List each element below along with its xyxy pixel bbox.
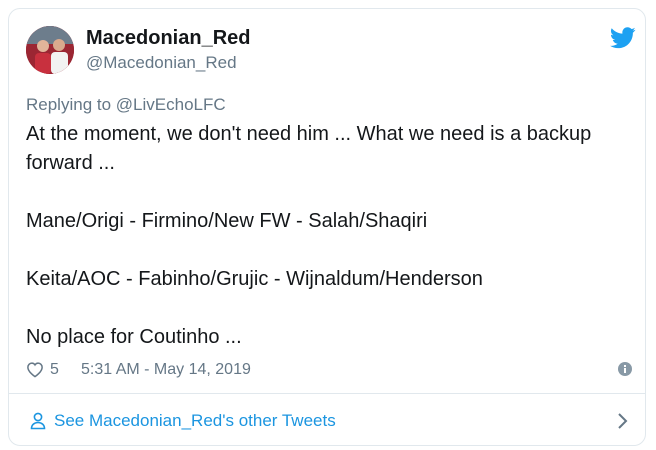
reply-to-handle-link[interactable]: @LivEchoLFC xyxy=(116,95,226,114)
tweet-paragraph: No place for Coutinho ... xyxy=(26,326,242,348)
replying-to-line: Replying to @LivEchoLFC xyxy=(26,95,226,115)
tweet-paragraph: Keita/AOC - Fabinho/Grujic - Wijnaldum/H… xyxy=(26,268,483,290)
avatar[interactable] xyxy=(26,26,74,74)
tweet-meta: 5 5:31 AM - May 14, 2019 xyxy=(26,359,636,381)
display-name[interactable]: Macedonian_Red xyxy=(86,27,250,50)
like-count: 5 xyxy=(50,361,59,378)
avatar-photo xyxy=(26,26,74,74)
twitter-bird-icon[interactable] xyxy=(610,27,636,49)
tweet-text: At the moment, we don't need him ... Wha… xyxy=(26,120,641,352)
see-other-tweets-link[interactable]: See Macedonian_Red's other Tweets xyxy=(9,394,645,446)
heart-outline-icon[interactable] xyxy=(26,361,44,378)
replying-to-label: Replying to xyxy=(26,95,116,114)
user-handle[interactable]: @Macedonian_Red xyxy=(86,53,237,73)
tweet-timestamp[interactable]: 5:31 AM - May 14, 2019 xyxy=(81,361,251,379)
chevron-right-icon xyxy=(618,413,628,429)
tweet-card: Macedonian_Red @Macedonian_Red Replying … xyxy=(8,8,646,446)
person-icon xyxy=(30,412,46,430)
tweet-paragraph: At the moment, we don't need him ... Wha… xyxy=(26,123,592,174)
see-other-tweets-label: See Macedonian_Red's other Tweets xyxy=(54,411,336,430)
info-circle-icon[interactable] xyxy=(617,361,633,377)
tweet-paragraph: Mane/Origi - Firmino/New FW - Salah/Shaq… xyxy=(26,210,428,232)
